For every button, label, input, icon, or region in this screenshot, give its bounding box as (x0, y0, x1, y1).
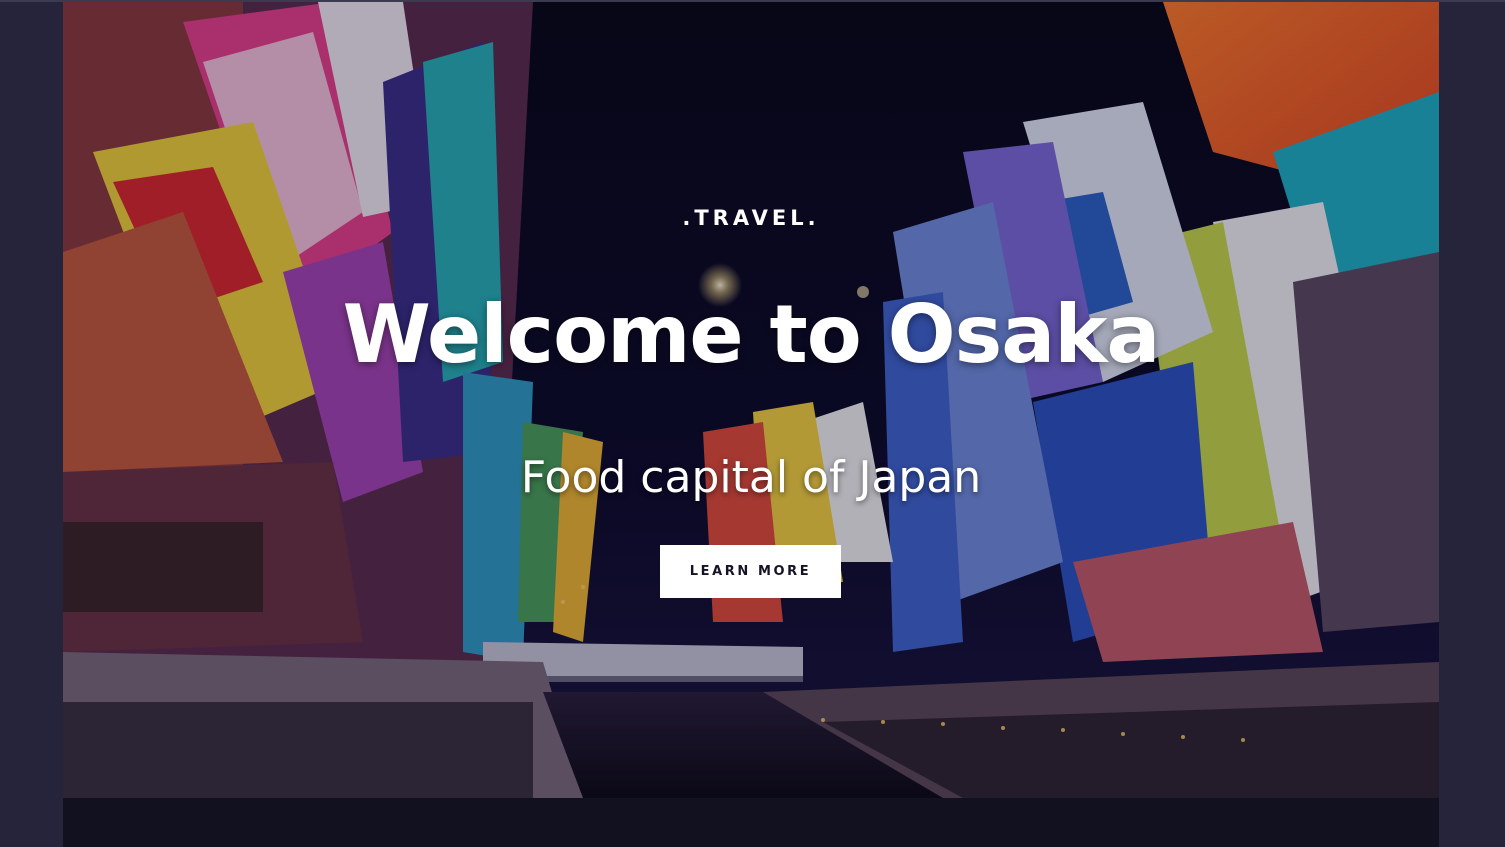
hero-subtitle: Food capital of Japan (520, 452, 982, 503)
learn-more-button[interactable]: LEARN MORE (660, 545, 841, 598)
hero-eyebrow: .TRAVEL. (682, 206, 820, 230)
page: .TRAVEL. Welcome to Osaka Food capital o… (0, 0, 1505, 847)
page-frame: .TRAVEL. Welcome to Osaka Food capital o… (63, 2, 1439, 847)
next-section (63, 798, 1439, 847)
hero-title: Welcome to Osaka (342, 288, 1161, 381)
hero-content: .TRAVEL. Welcome to Osaka Food capital o… (63, 2, 1439, 798)
hero-section: .TRAVEL. Welcome to Osaka Food capital o… (63, 2, 1439, 798)
